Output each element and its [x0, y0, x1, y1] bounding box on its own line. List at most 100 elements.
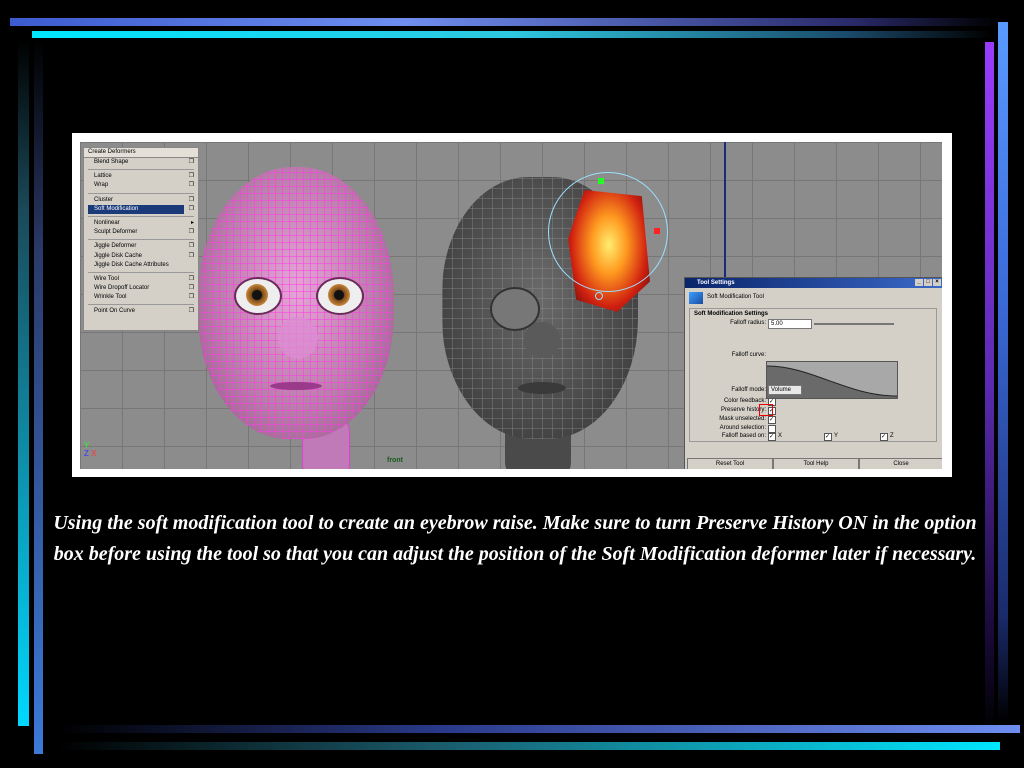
- submenu-arrow-icon[interactable]: ▸: [191, 219, 194, 228]
- falloff-y-label: Y: [834, 433, 839, 439]
- right-decor-bar-purple: [985, 42, 994, 732]
- window-title: Tool Settings: [697, 280, 735, 286]
- right-eye: [316, 277, 364, 315]
- menu-item-soft-modification[interactable]: Soft Modification ❐: [88, 204, 194, 214]
- option-box-icon[interactable]: ❐: [189, 172, 194, 181]
- tool-settings-title-bar[interactable]: Tool Settings _ □ ×: [685, 278, 942, 288]
- option-box-icon[interactable]: ❐: [189, 293, 194, 302]
- menu-item-label: Soft Modification: [94, 205, 139, 212]
- falloff-x-label: X: [778, 433, 783, 439]
- menu-item-wire-tool[interactable]: Wire Tool ❐: [84, 275, 198, 284]
- menu-item-wrap[interactable]: Wrap ❐: [84, 181, 198, 190]
- move-handle-y[interactable]: [598, 178, 604, 184]
- slide-caption: Using the soft modification tool to crea…: [53, 512, 977, 565]
- left-eye: [234, 277, 282, 315]
- menu-item-jiggle-disk-cache[interactable]: Jiggle Disk Cache ❐: [84, 252, 198, 261]
- menu-separator: [88, 215, 194, 217]
- option-box-icon[interactable]: ❐: [189, 275, 194, 284]
- option-box-icon[interactable]: ❐: [189, 307, 194, 316]
- falloff-based-on-label: Falloff based on:: [721, 433, 766, 439]
- bottom-decor-bar-blue: [58, 725, 1020, 733]
- move-handle-x[interactable]: [654, 228, 660, 234]
- close-window-button[interactable]: ×: [933, 279, 941, 286]
- shaded-nose: [524, 322, 560, 358]
- left-decor-bar-cyan: [18, 40, 29, 726]
- falloff-mode-select[interactable]: Volume: [768, 385, 802, 395]
- mask-unselected-label: Mask unselected:: [719, 416, 766, 422]
- falloff-radius-label: Falloff radius:: [730, 320, 766, 326]
- menu-item-cluster[interactable]: Cluster ❐: [84, 196, 198, 205]
- preserve-history-highlight: [759, 404, 773, 416]
- menu-item-nonlinear[interactable]: Nonlinear ▸: [84, 219, 198, 228]
- menu-separator: [88, 192, 194, 194]
- soft-mod-radius-ring[interactable]: [548, 172, 668, 292]
- menu-item-label: Wire Tool: [94, 275, 119, 282]
- mouth: [270, 382, 322, 390]
- front-viewport[interactable]: Y Z X front Create Deformers Blend Shape…: [80, 142, 942, 469]
- settings-frame: Soft Modification Settings Falloff radiu…: [689, 308, 937, 442]
- menu-item-label: Wrinkle Tool: [94, 294, 127, 301]
- option-box-icon[interactable]: ❐: [189, 205, 194, 214]
- menu-item-jiggle-disk-cache-attributes[interactable]: Jiggle Disk Cache Attributes: [84, 261, 198, 270]
- falloff-z-label: Z: [890, 433, 894, 439]
- menu-item-label: Lattice: [94, 173, 112, 180]
- view-label: front: [387, 457, 403, 464]
- left-decor-bar-blue: [34, 40, 43, 754]
- maya-screenshot: Y Z X front Create Deformers Blend Shape…: [72, 133, 952, 477]
- color-feedback-label: Color feedback:: [723, 398, 766, 404]
- menu-item-blend-shape[interactable]: Blend Shape ❐: [84, 158, 198, 167]
- falloff-x-checkbox[interactable]: ✓: [768, 433, 776, 441]
- soft-mod-tool-icon: [689, 292, 703, 304]
- menu-separator: [88, 304, 194, 306]
- menu-item-label: Cluster: [94, 196, 114, 203]
- menu-item-label: Jiggle Disk Cache: [94, 252, 143, 259]
- bottom-decor-bar-cyan: [58, 742, 1000, 750]
- menu-item-sculpt-deformer[interactable]: Sculpt Deformer ❐: [84, 228, 198, 237]
- falloff-mode-label: Falloff mode:: [731, 387, 766, 393]
- wireframe-head[interactable]: [198, 167, 394, 439]
- maximize-button[interactable]: □: [924, 279, 932, 286]
- top-decor-bar: [10, 18, 1000, 26]
- soft-mod-pivot-handle[interactable]: [595, 292, 603, 300]
- axis-indicator: Y Z X: [84, 441, 97, 458]
- option-box-icon[interactable]: ❐: [189, 196, 194, 205]
- menu-item-jiggle-deformer[interactable]: Jiggle Deformer ❐: [84, 242, 198, 251]
- minimize-button[interactable]: _: [915, 279, 923, 286]
- falloff-curve-label: Falloff curve:: [731, 352, 766, 358]
- menu-item-lattice[interactable]: Lattice ❐: [84, 172, 198, 181]
- section-title[interactable]: Soft Modification Settings: [694, 311, 768, 317]
- menu-separator: [88, 271, 194, 273]
- menu-item-label: Wrap: [94, 182, 109, 189]
- menu-separator: [88, 169, 194, 171]
- tool-help-button[interactable]: Tool Help: [773, 458, 859, 469]
- falloff-y-checkbox[interactable]: ✓: [824, 433, 832, 441]
- option-box-icon[interactable]: ❐: [189, 284, 194, 293]
- option-box-icon[interactable]: ❐: [189, 252, 194, 261]
- close-button[interactable]: Close: [859, 458, 942, 469]
- around-selection-label: Around selection:: [719, 425, 766, 431]
- create-deformers-menu[interactable]: Create Deformers Blend Shape ❐ Lattice ❐ Wra…: [83, 147, 199, 331]
- preserve-history-label: Preserve history:: [720, 407, 766, 413]
- option-box-icon[interactable]: ❐: [189, 158, 194, 167]
- menu-item-wrinkle-tool[interactable]: Wrinkle Tool ❐: [84, 293, 198, 302]
- menu-item-label: Jiggle Deformer: [94, 243, 137, 250]
- option-box-icon[interactable]: ❐: [189, 181, 194, 190]
- right-decor-bar-blue: [998, 22, 1008, 722]
- around-selection-checkbox[interactable]: [768, 425, 776, 433]
- falloff-z-checkbox[interactable]: ✓: [880, 433, 888, 441]
- falloff-radius-field[interactable]: 5.00: [768, 319, 812, 329]
- mask-unselected-checkbox[interactable]: ✓: [768, 416, 776, 424]
- menu-item-label: Nonlinear: [94, 219, 120, 226]
- menu-item-label: Sculpt Deformer: [94, 229, 138, 236]
- option-box-icon[interactable]: ❐: [189, 242, 194, 251]
- menu-item-point-on-curve[interactable]: Point On Curve ❐: [84, 307, 198, 316]
- option-box-icon[interactable]: ❐: [189, 228, 194, 237]
- tool-settings-window[interactable]: Tool Settings _ □ × Soft Modification To…: [684, 277, 942, 469]
- menu-title: Create Deformers: [84, 148, 198, 158]
- menu-item-label: Wire Dropoff Locator: [94, 285, 150, 292]
- reset-tool-button[interactable]: Reset Tool: [687, 458, 773, 469]
- menu-item-wire-dropoff-locator[interactable]: Wire Dropoff Locator ❐: [84, 284, 198, 293]
- falloff-radius-slider[interactable]: [814, 323, 894, 325]
- shaded-mouth: [518, 382, 566, 394]
- menu-item-label: Jiggle Disk Cache Attributes: [94, 261, 169, 268]
